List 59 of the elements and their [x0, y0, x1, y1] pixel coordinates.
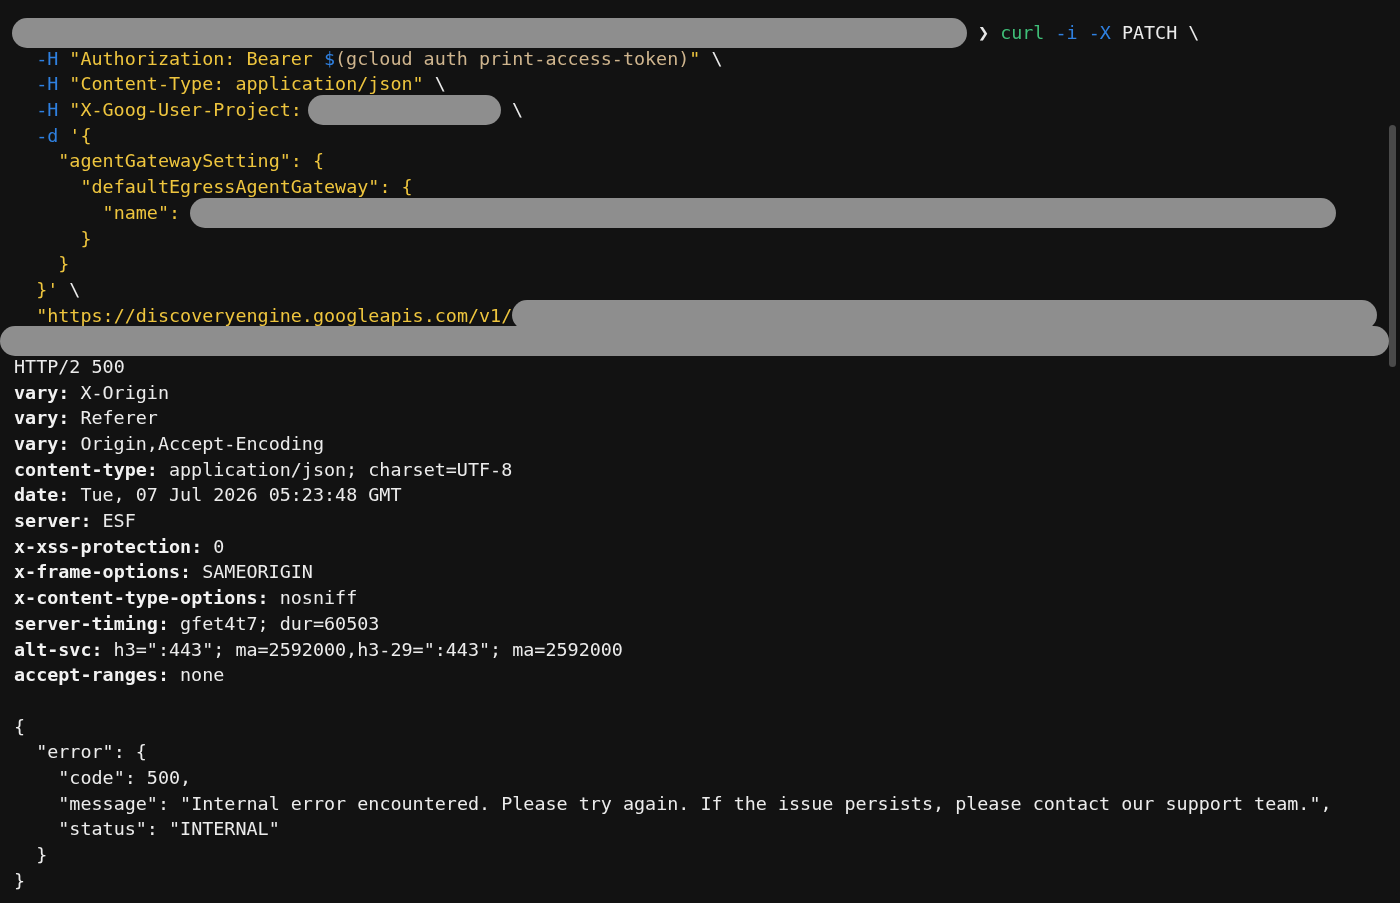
command-token: -d [35, 123, 59, 148]
header-name: x-frame-options: [14, 560, 192, 585]
header-name: vary: [14, 432, 70, 456]
command-token: \ [434, 72, 446, 97]
command-token: "https://discoveryengine.googleapis.com/v1/ [35, 303, 513, 328]
command-token: \ [69, 277, 81, 302]
output-line: "status": "INTERNAL" [57, 817, 280, 842]
header-name: server: [14, 509, 92, 534]
command-token: "defaultEgressAgentGateway": { [79, 175, 413, 200]
header-value: Origin,Accept-Encoding [80, 432, 324, 456]
command-token: }' [35, 277, 59, 302]
command-token: \ [711, 46, 723, 71]
command-token: " [689, 46, 701, 71]
header-name: date: [14, 483, 70, 508]
header-value: Tue, 07 Jul 2026 05:23:48 GMT [80, 483, 402, 508]
header-name: server-timing: [14, 611, 169, 636]
status-line: HTTP/2 500 [14, 354, 125, 379]
header-value: Referer [80, 406, 158, 431]
header-value: nosniff [279, 586, 358, 611]
command-token: -H [35, 46, 59, 71]
header-value: SAMEORIGIN [202, 560, 313, 585]
command-token: ❯ [978, 21, 990, 45]
command-token: $ [323, 46, 336, 71]
command-token: '{ [69, 123, 92, 148]
header-value: h3=":443"; ma=2592000,h3-29=":443"; ma=2592000 [113, 637, 623, 662]
header-value: gfet4t7; dur=60503 [180, 611, 380, 636]
command-token: \ [511, 98, 523, 123]
command-token: "X-Goog-User-Project: [69, 98, 302, 123]
command-token: -i -X [1055, 21, 1111, 45]
header-name: x-content-type-options: [14, 586, 269, 611]
command-token: "Authorization: Bearer [69, 46, 313, 71]
command-token: "name": [101, 200, 181, 225]
command-token: curl [1000, 21, 1045, 45]
command-token: "agentGatewaySetting": { [57, 149, 325, 174]
scrollbar-thumb[interactable] [1389, 125, 1396, 367]
command-token: } [79, 226, 92, 251]
output-line: } [35, 843, 48, 867]
command-token: } [57, 252, 70, 277]
header-name: accept-ranges: [14, 663, 169, 688]
command-token: -H [35, 72, 59, 97]
header-name: vary: [14, 380, 70, 405]
header-value: X-Origin [80, 380, 169, 405]
header-value: 0 [213, 534, 225, 559]
header-value: ESF [102, 509, 136, 534]
output-line: "message": "Internal error encountered. Please try again. If the issue persists, please contact our support team.", [57, 791, 1332, 816]
output-line: } [14, 868, 26, 893]
command-token: -H [35, 98, 59, 123]
output-line: "error": { [35, 740, 147, 765]
header-name: content-type: [14, 457, 158, 482]
output-line: { [14, 714, 26, 739]
command-token: (gcloud auth print-access-token) [335, 46, 690, 71]
command-token: "Content-Type: application/json" [69, 72, 424, 97]
command-token: PATCH \ [1121, 21, 1200, 45]
header-value: none [180, 663, 225, 688]
header-name: x-xss-protection: [14, 534, 203, 559]
header-name: alt-svc: [14, 637, 103, 662]
header-name: vary: [14, 406, 70, 431]
header-value: application/json; charset=UTF-8 [168, 457, 513, 482]
output-line: "code": 500, [57, 765, 192, 790]
